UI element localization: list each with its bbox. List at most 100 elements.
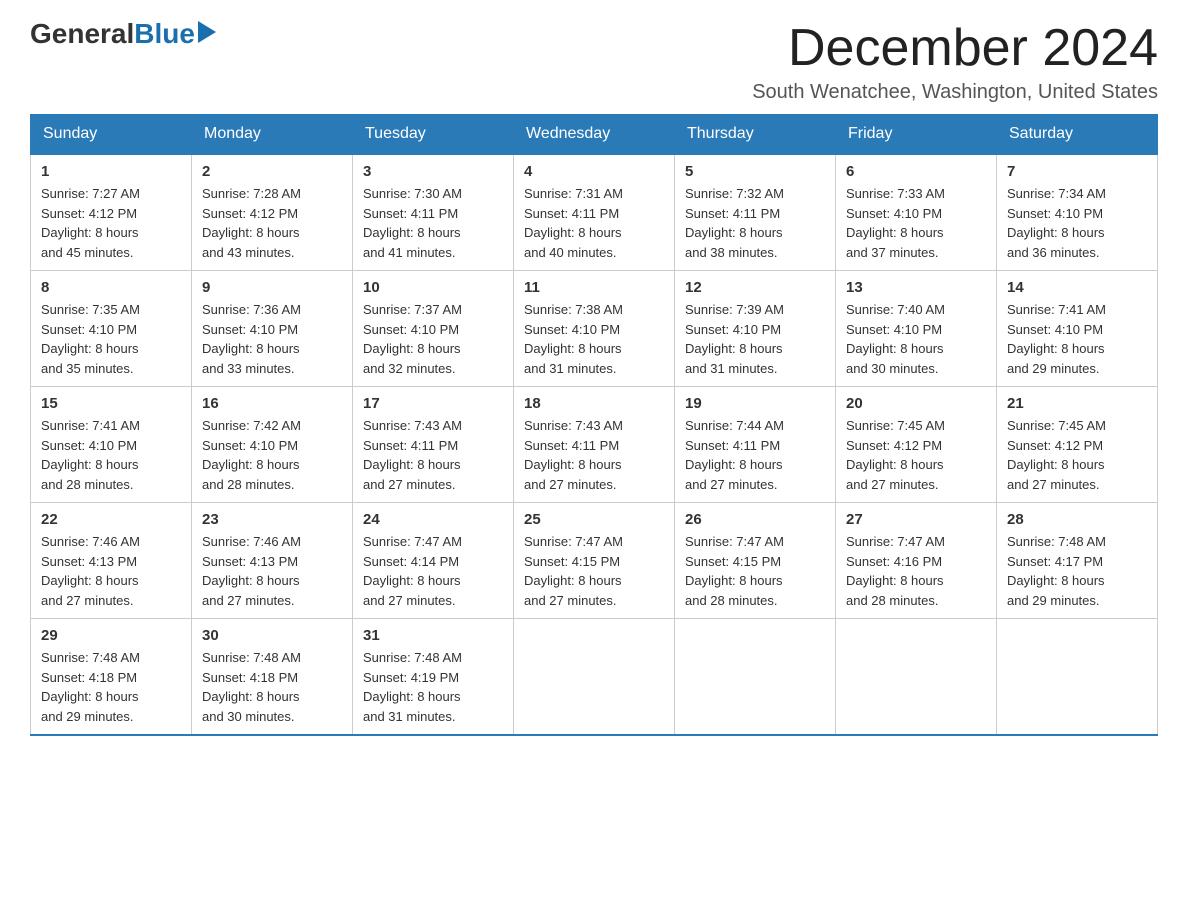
day-number: 3 — [363, 163, 503, 180]
header-tuesday: Tuesday — [353, 115, 514, 155]
page-header: General Blue December 2024 South Wenatch… — [30, 20, 1158, 104]
day-number: 31 — [363, 627, 503, 644]
day-number: 15 — [41, 395, 181, 412]
day-number: 30 — [202, 627, 342, 644]
logo-blue-part: Blue — [134, 20, 216, 48]
calendar-cell: 15 Sunrise: 7:41 AMSunset: 4:10 PMDaylig… — [31, 387, 192, 503]
day-info: Sunrise: 7:48 AMSunset: 4:17 PMDaylight:… — [1007, 532, 1147, 610]
title-area: December 2024 South Wenatchee, Washingto… — [752, 20, 1158, 104]
day-info: Sunrise: 7:48 AMSunset: 4:19 PMDaylight:… — [363, 648, 503, 726]
calendar-cell: 22 Sunrise: 7:46 AMSunset: 4:13 PMDaylig… — [31, 503, 192, 619]
day-info: Sunrise: 7:33 AMSunset: 4:10 PMDaylight:… — [846, 184, 986, 262]
day-number: 2 — [202, 163, 342, 180]
day-info: Sunrise: 7:44 AMSunset: 4:11 PMDaylight:… — [685, 416, 825, 494]
day-number: 12 — [685, 279, 825, 296]
day-info: Sunrise: 7:34 AMSunset: 4:10 PMDaylight:… — [1007, 184, 1147, 262]
calendar-cell: 11 Sunrise: 7:38 AMSunset: 4:10 PMDaylig… — [514, 271, 675, 387]
logo: General Blue — [30, 20, 216, 48]
calendar-week-1: 1 Sunrise: 7:27 AMSunset: 4:12 PMDayligh… — [31, 154, 1158, 271]
logo-general-text: General — [30, 20, 134, 48]
day-number: 13 — [846, 279, 986, 296]
calendar-cell: 21 Sunrise: 7:45 AMSunset: 4:12 PMDaylig… — [997, 387, 1158, 503]
calendar-week-4: 22 Sunrise: 7:46 AMSunset: 4:13 PMDaylig… — [31, 503, 1158, 619]
calendar-cell: 8 Sunrise: 7:35 AMSunset: 4:10 PMDayligh… — [31, 271, 192, 387]
calendar-cell: 16 Sunrise: 7:42 AMSunset: 4:10 PMDaylig… — [192, 387, 353, 503]
day-info: Sunrise: 7:46 AMSunset: 4:13 PMDaylight:… — [41, 532, 181, 610]
day-info: Sunrise: 7:47 AMSunset: 4:15 PMDaylight:… — [524, 532, 664, 610]
calendar-cell: 1 Sunrise: 7:27 AMSunset: 4:12 PMDayligh… — [31, 154, 192, 271]
calendar-cell: 18 Sunrise: 7:43 AMSunset: 4:11 PMDaylig… — [514, 387, 675, 503]
days-of-week-row: Sunday Monday Tuesday Wednesday Thursday… — [31, 115, 1158, 155]
calendar-cell: 5 Sunrise: 7:32 AMSunset: 4:11 PMDayligh… — [675, 154, 836, 271]
header-saturday: Saturday — [997, 115, 1158, 155]
day-number: 4 — [524, 163, 664, 180]
calendar-cell: 25 Sunrise: 7:47 AMSunset: 4:15 PMDaylig… — [514, 503, 675, 619]
day-info: Sunrise: 7:32 AMSunset: 4:11 PMDaylight:… — [685, 184, 825, 262]
day-number: 1 — [41, 163, 181, 180]
day-info: Sunrise: 7:35 AMSunset: 4:10 PMDaylight:… — [41, 300, 181, 378]
day-number: 18 — [524, 395, 664, 412]
day-number: 10 — [363, 279, 503, 296]
logo-arrow-icon — [198, 21, 216, 43]
day-info: Sunrise: 7:43 AMSunset: 4:11 PMDaylight:… — [524, 416, 664, 494]
header-thursday: Thursday — [675, 115, 836, 155]
day-number: 7 — [1007, 163, 1147, 180]
day-info: Sunrise: 7:45 AMSunset: 4:12 PMDaylight:… — [1007, 416, 1147, 494]
calendar-cell: 13 Sunrise: 7:40 AMSunset: 4:10 PMDaylig… — [836, 271, 997, 387]
calendar-table: Sunday Monday Tuesday Wednesday Thursday… — [30, 114, 1158, 736]
calendar-cell: 4 Sunrise: 7:31 AMSunset: 4:11 PMDayligh… — [514, 154, 675, 271]
day-number: 6 — [846, 163, 986, 180]
calendar-cell — [836, 619, 997, 736]
calendar-cell: 14 Sunrise: 7:41 AMSunset: 4:10 PMDaylig… — [997, 271, 1158, 387]
day-number: 11 — [524, 279, 664, 296]
header-sunday: Sunday — [31, 115, 192, 155]
day-info: Sunrise: 7:41 AMSunset: 4:10 PMDaylight:… — [41, 416, 181, 494]
calendar-cell: 24 Sunrise: 7:47 AMSunset: 4:14 PMDaylig… — [353, 503, 514, 619]
day-info: Sunrise: 7:41 AMSunset: 4:10 PMDaylight:… — [1007, 300, 1147, 378]
day-number: 21 — [1007, 395, 1147, 412]
calendar-week-5: 29 Sunrise: 7:48 AMSunset: 4:18 PMDaylig… — [31, 619, 1158, 736]
day-info: Sunrise: 7:47 AMSunset: 4:16 PMDaylight:… — [846, 532, 986, 610]
calendar-cell: 10 Sunrise: 7:37 AMSunset: 4:10 PMDaylig… — [353, 271, 514, 387]
day-info: Sunrise: 7:48 AMSunset: 4:18 PMDaylight:… — [202, 648, 342, 726]
calendar-week-2: 8 Sunrise: 7:35 AMSunset: 4:10 PMDayligh… — [31, 271, 1158, 387]
header-friday: Friday — [836, 115, 997, 155]
calendar-cell: 27 Sunrise: 7:47 AMSunset: 4:16 PMDaylig… — [836, 503, 997, 619]
day-number: 27 — [846, 511, 986, 528]
calendar-cell — [997, 619, 1158, 736]
calendar-week-3: 15 Sunrise: 7:41 AMSunset: 4:10 PMDaylig… — [31, 387, 1158, 503]
day-number: 26 — [685, 511, 825, 528]
calendar-cell: 17 Sunrise: 7:43 AMSunset: 4:11 PMDaylig… — [353, 387, 514, 503]
day-info: Sunrise: 7:30 AMSunset: 4:11 PMDaylight:… — [363, 184, 503, 262]
calendar-cell: 31 Sunrise: 7:48 AMSunset: 4:19 PMDaylig… — [353, 619, 514, 736]
calendar-cell: 9 Sunrise: 7:36 AMSunset: 4:10 PMDayligh… — [192, 271, 353, 387]
calendar-cell — [514, 619, 675, 736]
day-number: 28 — [1007, 511, 1147, 528]
logo-blue-text: Blue — [134, 20, 195, 48]
day-info: Sunrise: 7:37 AMSunset: 4:10 PMDaylight:… — [363, 300, 503, 378]
day-info: Sunrise: 7:39 AMSunset: 4:10 PMDaylight:… — [685, 300, 825, 378]
day-info: Sunrise: 7:31 AMSunset: 4:11 PMDaylight:… — [524, 184, 664, 262]
calendar-body: 1 Sunrise: 7:27 AMSunset: 4:12 PMDayligh… — [31, 154, 1158, 735]
day-info: Sunrise: 7:47 AMSunset: 4:14 PMDaylight:… — [363, 532, 503, 610]
header-wednesday: Wednesday — [514, 115, 675, 155]
calendar-cell: 3 Sunrise: 7:30 AMSunset: 4:11 PMDayligh… — [353, 154, 514, 271]
day-info: Sunrise: 7:36 AMSunset: 4:10 PMDaylight:… — [202, 300, 342, 378]
calendar-cell: 20 Sunrise: 7:45 AMSunset: 4:12 PMDaylig… — [836, 387, 997, 503]
header-monday: Monday — [192, 115, 353, 155]
day-info: Sunrise: 7:46 AMSunset: 4:13 PMDaylight:… — [202, 532, 342, 610]
day-number: 17 — [363, 395, 503, 412]
day-info: Sunrise: 7:40 AMSunset: 4:10 PMDaylight:… — [846, 300, 986, 378]
calendar-cell: 7 Sunrise: 7:34 AMSunset: 4:10 PMDayligh… — [997, 154, 1158, 271]
day-info: Sunrise: 7:38 AMSunset: 4:10 PMDaylight:… — [524, 300, 664, 378]
calendar-cell: 2 Sunrise: 7:28 AMSunset: 4:12 PMDayligh… — [192, 154, 353, 271]
calendar-header: Sunday Monday Tuesday Wednesday Thursday… — [31, 115, 1158, 155]
day-number: 25 — [524, 511, 664, 528]
day-number: 5 — [685, 163, 825, 180]
calendar-cell: 6 Sunrise: 7:33 AMSunset: 4:10 PMDayligh… — [836, 154, 997, 271]
day-info: Sunrise: 7:45 AMSunset: 4:12 PMDaylight:… — [846, 416, 986, 494]
day-number: 24 — [363, 511, 503, 528]
day-info: Sunrise: 7:48 AMSunset: 4:18 PMDaylight:… — [41, 648, 181, 726]
day-number: 14 — [1007, 279, 1147, 296]
day-number: 22 — [41, 511, 181, 528]
